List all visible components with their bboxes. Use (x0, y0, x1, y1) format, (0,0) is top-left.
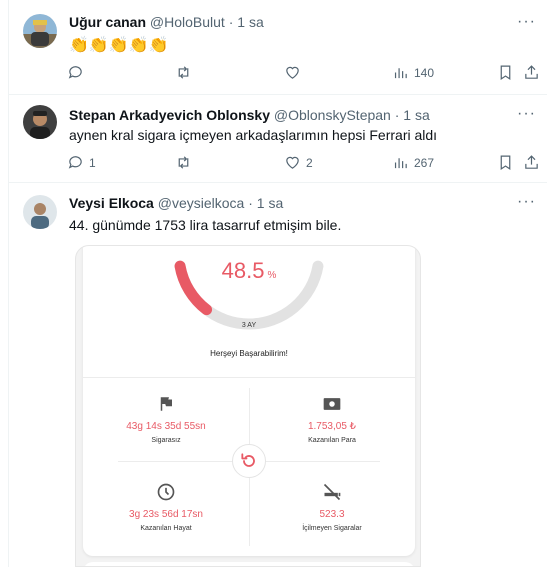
stat-label: İçilmeyen Sigaralar (302, 525, 362, 532)
stat-value: 43g 14s 35d 55sn (126, 421, 206, 432)
next-panel-edge (83, 562, 415, 566)
progress-value: 48.5 (221, 258, 265, 283)
stat-label: Sigarasız (151, 437, 181, 444)
progress-percentage: 48.5% (83, 258, 415, 284)
stat-value: 1.753,05 ₺ (307, 421, 357, 432)
stat-money-saved: 1.753,05 ₺ Kazanılan Para (249, 393, 415, 444)
tweet-text: 44. günümde 1753 lira tasarruf etmişim b… (69, 217, 342, 233)
money-icon (249, 393, 415, 415)
avatar[interactable] (23, 14, 57, 48)
more-options-icon[interactable]: ··· (517, 194, 536, 210)
heart-icon (286, 156, 299, 169)
stat-label: Kazanılan Para (308, 437, 356, 444)
tweet-media-image[interactable]: 48.5% 3 AY Herşeyi Başarabilirim! 43g 14… (75, 245, 421, 567)
reset-icon (241, 453, 255, 467)
stat-value: 523.3 (319, 509, 345, 520)
separator-dot: · (228, 14, 234, 30)
author-name[interactable]: Stepan Arkadyevich Oblonsky (69, 107, 270, 123)
bookmark-button[interactable] (497, 154, 514, 171)
progress-unit: % (267, 270, 277, 281)
share-button[interactable] (523, 64, 540, 81)
tweet-text: 👏👏👏👏👏 (69, 37, 169, 54)
like-button[interactable]: 2 (284, 154, 313, 171)
reply-count: 1 (89, 155, 96, 170)
reply-button[interactable] (67, 64, 89, 81)
tweet[interactable]: Stepan Arkadyevich Oblonsky @OblonskySte… (9, 95, 547, 183)
views-button[interactable]: 140 (392, 64, 434, 81)
timestamp[interactable]: 1 sa (403, 107, 429, 123)
tweet-text: aynen kral sigara içmeyen arkadaşlarımın… (69, 127, 438, 143)
share-button[interactable] (523, 154, 540, 171)
tweet[interactable]: Uğur canan @HoloBulut · 1 sa ··· 👏👏👏👏👏 1… (9, 0, 547, 95)
more-options-icon[interactable]: ··· (517, 106, 536, 122)
divider (83, 377, 415, 378)
reset-button[interactable] (232, 444, 266, 478)
author-handle[interactable]: @HoloBulut (150, 14, 225, 30)
avatar[interactable] (23, 195, 57, 229)
app-summary-panel: 48.5% 3 AY Herşeyi Başarabilirim! 43g 14… (83, 246, 415, 556)
like-button[interactable] (284, 64, 306, 81)
retweet-icon (178, 156, 189, 169)
author-handle[interactable]: @OblonskyStepan (274, 107, 391, 123)
author-name[interactable]: Uğur canan (69, 14, 146, 30)
no-smoking-icon (249, 481, 415, 503)
tweet-header: Stepan Arkadyevich Oblonsky @OblonskySte… (69, 107, 430, 123)
reply-button[interactable]: 1 (67, 154, 96, 171)
analytics-icon (394, 68, 407, 79)
share-icon (525, 155, 538, 169)
retweet-button[interactable] (175, 64, 197, 81)
timestamp[interactable]: 1 sa (257, 195, 283, 211)
timestamp[interactable]: 1 sa (237, 14, 263, 30)
stat-value: 3g 23s 56d 17sn (129, 509, 203, 520)
retweet-button[interactable] (175, 154, 197, 171)
reply-icon (68, 66, 82, 79)
bookmark-icon (500, 65, 511, 81)
motto-text: Herşeyi Başarabilirim! (210, 349, 288, 358)
like-count: 2 (306, 155, 313, 170)
author-handle[interactable]: @veysielkoca (158, 195, 245, 211)
retweet-icon (178, 66, 189, 79)
bookmark-icon (500, 155, 511, 171)
view-count: 140 (414, 65, 435, 80)
stat-cigarettes-not-smoked: 523.3 İçilmeyen Sigaralar (249, 481, 415, 532)
stat-smoke-free-time: 43g 14s 35d 55sn Sigarasız (83, 393, 249, 444)
author-name[interactable]: Veysi Elkoca (69, 195, 154, 211)
views-button[interactable]: 267 (392, 154, 434, 171)
heart-icon (286, 66, 299, 79)
tweet-actions: 1 2 267 (65, 154, 538, 174)
stat-life-gained: 3g 23s 56d 17sn Kazanılan Hayat (83, 481, 249, 532)
goal-period: 3 AY (241, 322, 257, 329)
view-count: 267 (414, 155, 435, 170)
separator-dot: · (394, 107, 400, 123)
reply-icon (68, 156, 82, 169)
bookmark-button[interactable] (497, 64, 514, 81)
analytics-icon (394, 158, 407, 169)
flag-icon (83, 393, 249, 415)
separator-dot: · (248, 195, 253, 211)
clock-icon (83, 481, 249, 503)
avatar[interactable] (23, 105, 57, 139)
timeline: Uğur canan @HoloBulut · 1 sa ··· 👏👏👏👏👏 1… (8, 0, 547, 567)
tweet-header: Veysi Elkoca @veysielkoca · 1 sa (69, 195, 283, 211)
share-icon (525, 65, 538, 79)
stat-label: Kazanılan Hayat (140, 525, 192, 532)
tweet-actions: 140 (65, 64, 538, 84)
tweet-header: Uğur canan @HoloBulut · 1 sa (69, 14, 264, 30)
more-options-icon[interactable]: ··· (517, 14, 536, 30)
